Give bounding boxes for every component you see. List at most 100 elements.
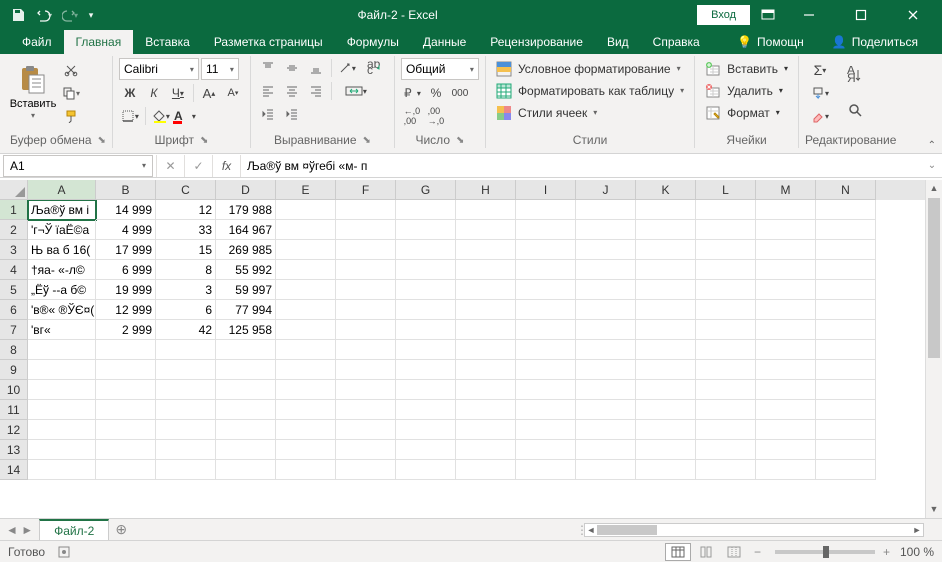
- cell[interactable]: [396, 300, 456, 320]
- column-header[interactable]: J: [576, 180, 636, 200]
- cell[interactable]: Љa®ў вм і: [28, 200, 96, 220]
- cell[interactable]: 55 992: [216, 260, 276, 280]
- cell[interactable]: [756, 300, 816, 320]
- cell[interactable]: [756, 440, 816, 460]
- cell[interactable]: [156, 460, 216, 480]
- cell[interactable]: [156, 340, 216, 360]
- column-header[interactable]: B: [96, 180, 156, 200]
- cell[interactable]: 269 985: [216, 240, 276, 260]
- cell[interactable]: [756, 220, 816, 240]
- wrap-text-button[interactable]: abc: [360, 58, 388, 78]
- cell[interactable]: [516, 380, 576, 400]
- column-header[interactable]: A: [28, 180, 96, 200]
- cell[interactable]: [576, 380, 636, 400]
- align-middle-button[interactable]: [281, 58, 303, 78]
- cell[interactable]: [276, 200, 336, 220]
- conditional-formatting-button[interactable]: Условное форматирование▾: [492, 58, 685, 79]
- align-left-button[interactable]: [257, 81, 279, 101]
- tab-data[interactable]: Данные: [411, 30, 478, 54]
- cell[interactable]: [696, 220, 756, 240]
- cell[interactable]: [96, 400, 156, 420]
- cell[interactable]: [96, 460, 156, 480]
- tab-help[interactable]: Справка: [641, 30, 712, 54]
- row-header[interactable]: 12: [0, 420, 28, 440]
- cell[interactable]: [456, 420, 516, 440]
- cell[interactable]: [276, 280, 336, 300]
- add-sheet-button[interactable]: ⊕: [109, 521, 133, 538]
- cell[interactable]: 17 999: [96, 240, 156, 260]
- border-button[interactable]: ▾: [119, 106, 141, 126]
- autosum-button[interactable]: Σ▾: [805, 60, 835, 80]
- row-header[interactable]: 4: [0, 260, 28, 280]
- cell[interactable]: [456, 340, 516, 360]
- cell[interactable]: [396, 280, 456, 300]
- zoom-out-button[interactable]: −: [754, 545, 761, 559]
- cell[interactable]: [456, 320, 516, 340]
- insert-function-button[interactable]: fx: [212, 155, 240, 177]
- cell[interactable]: [276, 460, 336, 480]
- vscroll-thumb[interactable]: [928, 198, 940, 358]
- cell[interactable]: Њ ва б 16(: [28, 240, 96, 260]
- bold-button[interactable]: Ж: [119, 83, 141, 103]
- cell[interactable]: [576, 300, 636, 320]
- cell[interactable]: [396, 200, 456, 220]
- find-select-button[interactable]: [841, 95, 871, 127]
- cell[interactable]: [816, 420, 876, 440]
- cell-styles-button[interactable]: Стили ячеек▾: [492, 102, 601, 123]
- cell[interactable]: 14 999: [96, 200, 156, 220]
- tab-file[interactable]: Файл: [10, 30, 64, 54]
- clipboard-launcher-icon[interactable]: ⬊: [98, 135, 106, 146]
- cell[interactable]: [816, 220, 876, 240]
- cell[interactable]: [336, 380, 396, 400]
- cell[interactable]: 8: [156, 260, 216, 280]
- close-button[interactable]: [890, 0, 936, 30]
- cell[interactable]: [336, 460, 396, 480]
- cell[interactable]: [816, 440, 876, 460]
- expand-formula-icon[interactable]: ⌄: [922, 160, 942, 171]
- cell[interactable]: [636, 200, 696, 220]
- column-header[interactable]: D: [216, 180, 276, 200]
- cell[interactable]: [756, 320, 816, 340]
- scroll-down-icon[interactable]: ▼: [926, 501, 942, 518]
- cell[interactable]: [276, 380, 336, 400]
- cell[interactable]: [336, 420, 396, 440]
- cell[interactable]: [276, 360, 336, 380]
- delete-cells-button[interactable]: Удалить▾: [701, 80, 787, 101]
- cell[interactable]: [516, 280, 576, 300]
- cell[interactable]: [276, 220, 336, 240]
- cell[interactable]: 6 999: [96, 260, 156, 280]
- cell[interactable]: [28, 440, 96, 460]
- row-header[interactable]: 7: [0, 320, 28, 340]
- cell[interactable]: [96, 380, 156, 400]
- cell[interactable]: [756, 380, 816, 400]
- cell[interactable]: 12 999: [96, 300, 156, 320]
- sheet-tab[interactable]: Файл-2: [39, 519, 109, 541]
- percent-button[interactable]: %: [425, 83, 447, 103]
- cell[interactable]: [516, 440, 576, 460]
- cell[interactable]: 6: [156, 300, 216, 320]
- minimize-button[interactable]: [786, 0, 832, 30]
- cell[interactable]: [28, 420, 96, 440]
- cell[interactable]: [336, 400, 396, 420]
- orientation-button[interactable]: ▾: [336, 58, 358, 78]
- cell[interactable]: [696, 320, 756, 340]
- cell[interactable]: 33: [156, 220, 216, 240]
- comma-button[interactable]: 000: [449, 83, 471, 103]
- cell[interactable]: [576, 280, 636, 300]
- cell[interactable]: 19 999: [96, 280, 156, 300]
- cell[interactable]: [576, 220, 636, 240]
- font-launcher-icon[interactable]: ⬊: [200, 135, 208, 146]
- cell[interactable]: [396, 240, 456, 260]
- cell[interactable]: [216, 360, 276, 380]
- cell[interactable]: 164 967: [216, 220, 276, 240]
- format-as-table-button[interactable]: Форматировать как таблицу▾: [492, 80, 688, 101]
- cell[interactable]: [696, 280, 756, 300]
- cell[interactable]: 42: [156, 320, 216, 340]
- cell[interactable]: [816, 200, 876, 220]
- tab-insert[interactable]: Вставка: [133, 30, 202, 54]
- cell[interactable]: [96, 440, 156, 460]
- cell[interactable]: [396, 360, 456, 380]
- maximize-button[interactable]: [838, 0, 884, 30]
- tab-home[interactable]: Главная: [64, 30, 134, 54]
- format-painter-button[interactable]: [60, 106, 82, 126]
